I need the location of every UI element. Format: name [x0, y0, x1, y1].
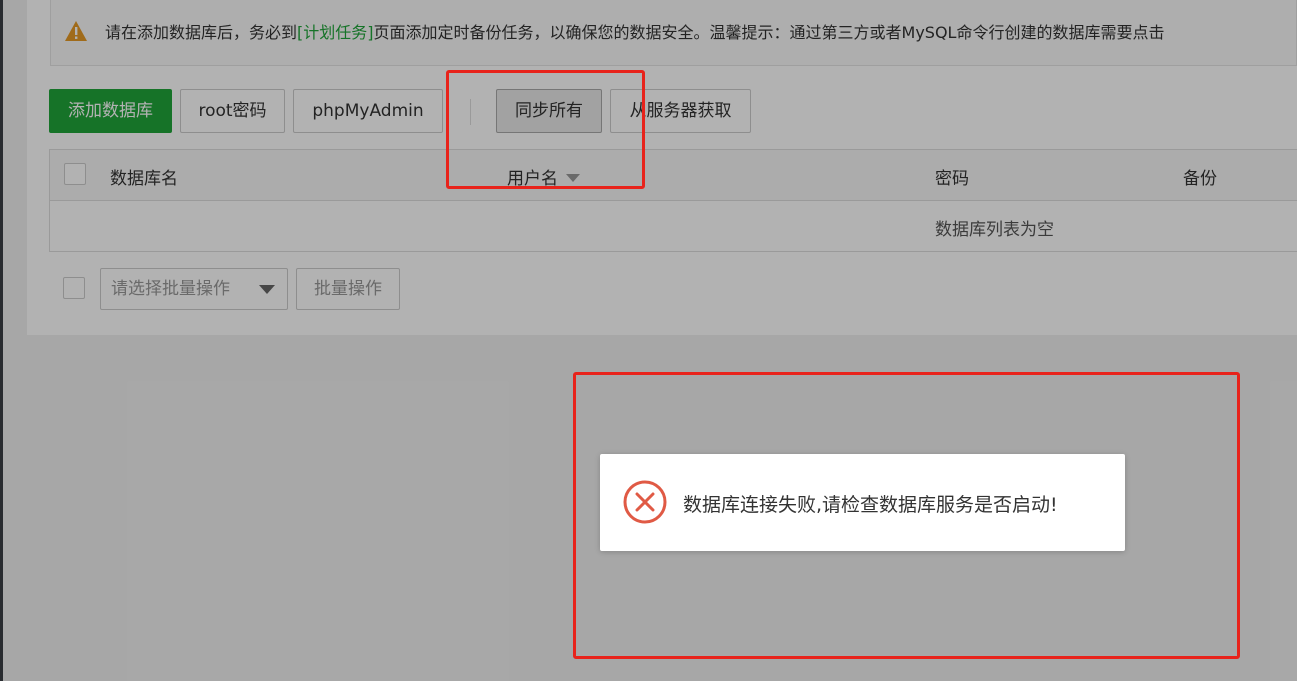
- toast-message: 数据库连接失败,请检查数据库服务是否启动!: [683, 494, 1058, 516]
- error-icon: [623, 480, 667, 524]
- error-toast: 数据库连接失败,请检查数据库服务是否启动!: [600, 454, 1125, 551]
- annotation-box-sync: [446, 70, 645, 189]
